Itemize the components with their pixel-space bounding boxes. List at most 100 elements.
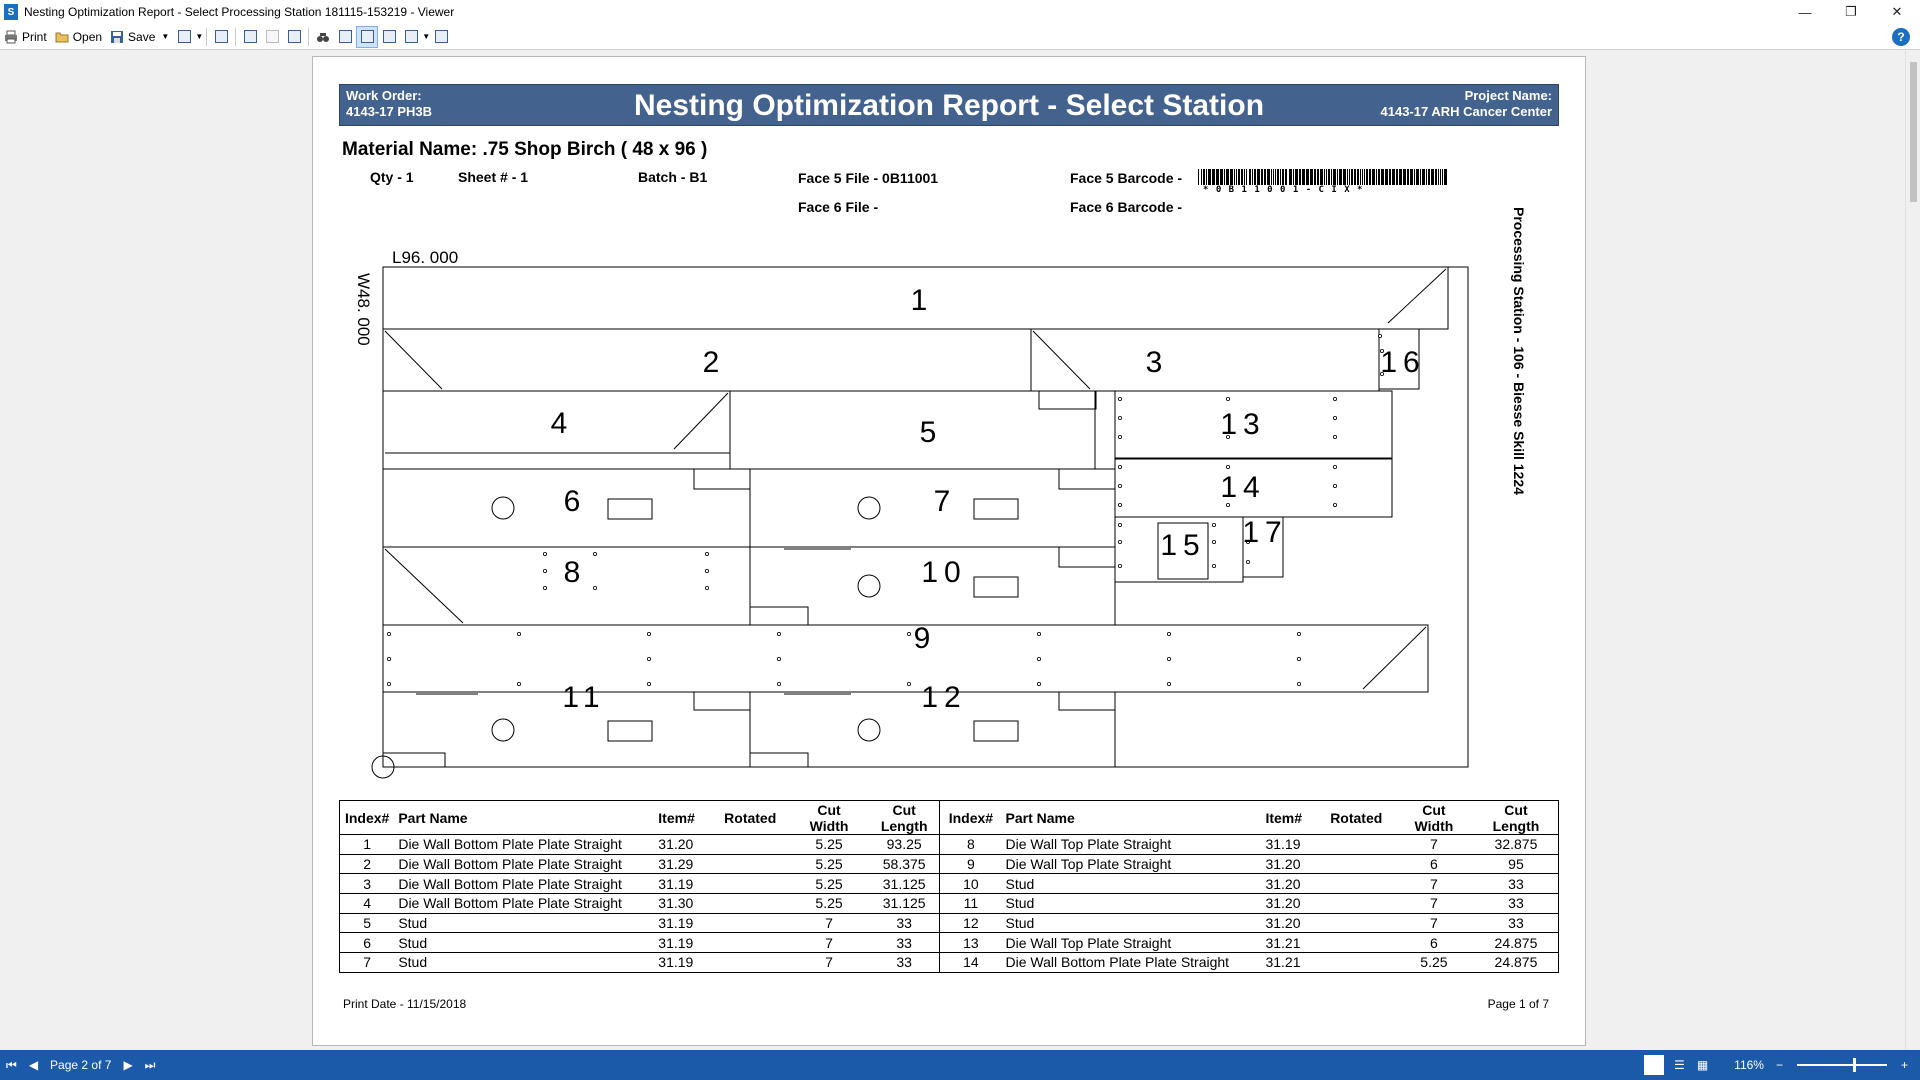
barcode-bar [1420, 169, 1421, 185]
help-icon[interactable]: ? [1892, 28, 1910, 46]
barcode-bar [1299, 169, 1301, 185]
open-button[interactable]: Open [51, 26, 106, 48]
drill-hole [646, 656, 651, 661]
col-header-part-name: Part Name [394, 800, 655, 835]
window-controls: — ❐ ✕ [1782, 0, 1920, 24]
barcode-bar [1224, 169, 1225, 185]
drill-hole [1167, 656, 1172, 661]
vertical-scrollbar[interactable] [1905, 50, 1920, 1050]
face6-barcode-label: Face 6 Barcode - [1070, 199, 1183, 215]
drill-hole [1167, 681, 1172, 686]
drill-hole [1118, 539, 1123, 544]
barcode-bar [1275, 169, 1276, 185]
find-icon[interactable] [312, 26, 334, 48]
drill-hole [1037, 681, 1042, 686]
printer-icon [4, 30, 18, 44]
continuous-page-icon[interactable] [356, 25, 379, 48]
zoom-out-button[interactable]: − [1770, 1050, 1789, 1080]
drill-hole [1226, 396, 1231, 401]
drill-hole [1037, 656, 1042, 661]
next-page-icon[interactable]: ▶ [117, 1050, 138, 1080]
zoom-in-button[interactable]: + [1895, 1050, 1914, 1080]
drill-hole [1378, 334, 1383, 339]
part-label: 17 [1242, 516, 1287, 549]
barcode-bar [1302, 169, 1305, 185]
zoom-slider-thumb[interactable] [1852, 1058, 1856, 1072]
barcode-bar [1310, 169, 1313, 185]
report-header: Work Order: 4143-17 PH3B Nesting Optimiz… [339, 84, 1559, 126]
zoom-value[interactable]: 116% [1728, 1050, 1770, 1080]
scrollbar-thumb[interactable] [1910, 62, 1917, 202]
part-9 [382, 624, 1429, 693]
barcode-bar [1198, 169, 1199, 185]
parameters-icon[interactable] [261, 26, 283, 48]
barcode-bar [1328, 169, 1330, 185]
save-button[interactable]: Save ▼ [106, 26, 173, 48]
table-row: 1 Die Wall Bottom Plate Plate Straight 31.… [339, 834, 1559, 855]
barcode-bar [1220, 169, 1223, 185]
edit-icon[interactable] [210, 26, 232, 48]
page-setup-icon[interactable] [283, 26, 305, 48]
save-label: Save [128, 29, 156, 44]
minimize-button[interactable]: — [1782, 0, 1828, 24]
continuous-view-icon[interactable]: ☰ [1668, 1050, 1691, 1080]
barcode-bar [1351, 169, 1353, 185]
toolbar: Print Open Save ▼ ▼ ▼ ? [0, 24, 1920, 50]
multipage-view-icon[interactable]: ▦ [1691, 1050, 1714, 1080]
prev-page-icon[interactable]: ◀ [23, 1050, 44, 1080]
separator [206, 27, 208, 46]
fullscreen-icon[interactable] [430, 26, 452, 48]
drill-hole [1212, 563, 1217, 568]
window-title: Nesting Optimization Report - Select Pro… [24, 5, 455, 19]
export-icon[interactable] [173, 26, 195, 48]
barcode-bar [1271, 169, 1272, 185]
first-page-icon[interactable]: ⏮ [0, 1050, 23, 1080]
col-header-item: Item# [654, 800, 712, 835]
table-header-row: Index# Part Name Item# Rotated Cut Width … [339, 800, 1559, 835]
last-page-icon[interactable]: ⏭ [139, 1050, 162, 1080]
drill-hole [1212, 539, 1217, 544]
barcode-bar [1396, 169, 1398, 185]
barcode-bar [1403, 169, 1406, 185]
single-page-icon[interactable] [334, 26, 356, 48]
barcode-bar [1369, 169, 1371, 185]
multiple-pages-icon[interactable] [400, 26, 422, 48]
col-header-item: Item# [1261, 800, 1319, 835]
maximize-button[interactable]: ❐ [1828, 0, 1874, 24]
project-label: Project Name: [1464, 88, 1552, 103]
drill-hole [1167, 631, 1172, 636]
single-page-view-icon[interactable] [1644, 1055, 1665, 1075]
barcode-bar [1285, 169, 1287, 185]
title-bar: S Nesting Optimization Report - Select P… [0, 0, 1920, 24]
page-indicator[interactable]: Page 2 of 7 [44, 1050, 117, 1080]
part-label: 14 [1220, 471, 1265, 504]
barcode-bar [1238, 169, 1240, 185]
barcode-bar [1343, 169, 1346, 185]
project-name: Project Name: 4143-17 ARH Cancer Center [1381, 88, 1552, 120]
material-name: Material Name: .75 Shop Birch ( 48 x 96 … [342, 139, 708, 160]
barcode-bar [1416, 169, 1419, 185]
folder-icon [55, 30, 69, 44]
processing-station: Processing Station - 106 - Biesse Skill … [1505, 207, 1527, 527]
project-value: 4143-17 ARH Cancer Center [1380, 104, 1552, 119]
report-title: Nesting Optimization Report - Select Sta… [633, 89, 1265, 122]
drill-hole [1333, 415, 1338, 420]
barcode-bar [1254, 169, 1256, 185]
document-map-icon[interactable] [239, 26, 261, 48]
qty: Qty - 1 [370, 169, 414, 185]
chevron-down-icon[interactable]: ▼ [422, 32, 430, 41]
barcode-bar [1444, 169, 1447, 185]
part-label: 16 [1380, 346, 1425, 379]
barcode-bar [1201, 169, 1202, 185]
close-button[interactable]: ✕ [1874, 0, 1920, 24]
barcode-bar [1422, 169, 1425, 185]
two-pages-icon[interactable] [378, 26, 400, 48]
barcode-bar [1349, 169, 1350, 185]
chevron-down-icon[interactable]: ▼ [161, 32, 169, 41]
barcode-bar [1392, 169, 1395, 185]
print-button[interactable]: Print [0, 26, 51, 48]
part-label: 9 [914, 622, 931, 655]
barcode-bar [1324, 169, 1325, 185]
zoom-slider[interactable] [1796, 1058, 1887, 1072]
chevron-down-icon[interactable]: ▼ [195, 32, 203, 41]
